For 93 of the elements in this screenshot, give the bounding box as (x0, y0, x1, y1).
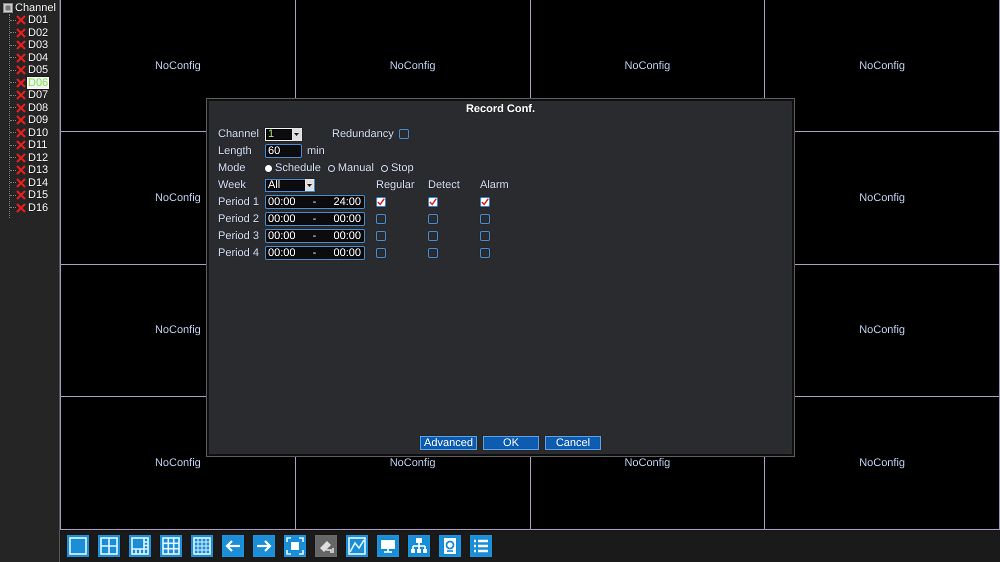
caret-icon (305, 179, 314, 191)
channel-item[interactable]: D07 (27, 89, 50, 102)
cross-icon (16, 102, 26, 113)
channel-item[interactable]: D01 (27, 14, 50, 26)
record-checkbox[interactable] (480, 197, 490, 207)
monitor-icon[interactable] (377, 535, 399, 557)
cross-icon (16, 15, 26, 26)
channel-item[interactable]: D04 (27, 52, 50, 64)
fullscreen-icon[interactable] (284, 535, 306, 557)
mode-label: Mode (218, 162, 247, 174)
tile-status: NoConfig (624, 60, 670, 72)
tile-status: NoConfig (859, 456, 906, 469)
channel-item[interactable]: D08 (27, 102, 50, 114)
channel-select[interactable]: 1 (265, 128, 302, 140)
channel-item[interactable]: D16 (27, 202, 50, 214)
cross-icon (16, 202, 26, 213)
cross-icon (16, 115, 26, 126)
record-checkbox[interactable] (428, 214, 438, 224)
period-label: Period 1 (218, 196, 260, 208)
dialog-button[interactable]: OK (482, 436, 539, 450)
quad-view-icon[interactable] (98, 535, 120, 557)
column-header: Alarm (480, 179, 510, 191)
record-checkbox[interactable] (376, 248, 386, 258)
network-icon[interactable] (408, 535, 430, 557)
channel-item[interactable]: D11 (27, 139, 48, 152)
tile-status: NoConfig (624, 456, 670, 469)
dialog-button[interactable]: Cancel (544, 436, 601, 450)
nine-view-icon[interactable] (160, 535, 182, 557)
column-header: Regular (376, 179, 416, 191)
cross-icon (16, 140, 26, 150)
record-checkbox[interactable] (428, 231, 438, 241)
period-label: Period 2 (218, 213, 260, 225)
mode-radio[interactable]: Manual (328, 162, 374, 174)
time-range-field[interactable]: 00:00 - 00:00 (265, 246, 365, 260)
channel-item[interactable]: D14 (27, 176, 50, 189)
length-label: Length (218, 145, 253, 157)
record-checkbox[interactable] (480, 214, 490, 224)
tile-status: NoConfig (390, 60, 436, 72)
channel-item[interactable]: D12 (27, 152, 50, 164)
record-checkbox[interactable] (480, 248, 490, 258)
week-label: Week (218, 179, 247, 191)
cross-icon (16, 52, 26, 63)
list-icon[interactable] (470, 535, 492, 557)
time-range-field[interactable]: 00:00 - 00:00 (265, 229, 365, 243)
channel-item[interactable]: D02 (27, 26, 50, 39)
tree-title: Channel (15, 2, 56, 14)
tile-status: NoConfig (154, 324, 201, 336)
cross-icon (16, 28, 26, 38)
tile-status: NoConfig (859, 192, 906, 204)
length-field[interactable]: 60 (265, 144, 302, 158)
period-label: Period 4 (218, 247, 260, 259)
channel-item[interactable]: D03 (27, 39, 50, 52)
collapse-icon[interactable] (3, 3, 13, 13)
record-checkbox[interactable] (376, 231, 386, 241)
single-view-icon[interactable] (67, 535, 89, 557)
chart-icon[interactable] (346, 535, 368, 557)
tile-status: NoConfig (859, 324, 906, 336)
channel-item[interactable]: D13 (27, 164, 50, 176)
cross-icon (16, 165, 26, 176)
time-range-field[interactable]: 00:00 - 24:00 (265, 195, 365, 209)
time-range-field[interactable]: 00:00 - 00:00 (265, 212, 365, 226)
cross-icon (16, 178, 26, 188)
eight-view-icon[interactable] (129, 535, 151, 557)
record-checkbox[interactable] (428, 248, 438, 258)
sixteen-view-icon[interactable] (191, 535, 213, 557)
tile-status: NoConfig (154, 456, 201, 469)
caret-icon (292, 128, 301, 140)
tile-status: NoConfig (154, 60, 201, 72)
cross-icon (16, 90, 26, 100)
period-label: Period 3 (218, 230, 260, 242)
record-checkbox[interactable] (376, 214, 386, 224)
tile-status: NoConfig (390, 456, 436, 469)
cross-icon (16, 40, 26, 50)
channel-item[interactable]: D05 (27, 64, 50, 76)
week-select[interactable]: All (265, 178, 315, 192)
cross-icon (16, 190, 26, 200)
cross-icon (16, 128, 26, 138)
record-checkbox[interactable] (480, 231, 490, 241)
record-checkbox[interactable] (428, 197, 438, 207)
mode-radio[interactable]: Stop (380, 162, 414, 174)
redundancy-checkbox[interactable] (398, 129, 409, 139)
channel-item[interactable]: D09 (27, 114, 50, 126)
tile-status: NoConfig (154, 192, 201, 204)
column-header: Detect (428, 179, 461, 191)
unit-label: min (307, 145, 325, 157)
cross-icon (16, 152, 26, 163)
record-checkbox[interactable] (376, 197, 386, 207)
channel-item[interactable]: D15 (27, 189, 50, 202)
cross-icon (16, 65, 26, 76)
tile-status: NoConfig (859, 60, 906, 72)
cross-icon (16, 78, 26, 88)
channel-item[interactable]: D10 (27, 126, 50, 139)
dialog-button[interactable]: Advanced (420, 436, 477, 450)
